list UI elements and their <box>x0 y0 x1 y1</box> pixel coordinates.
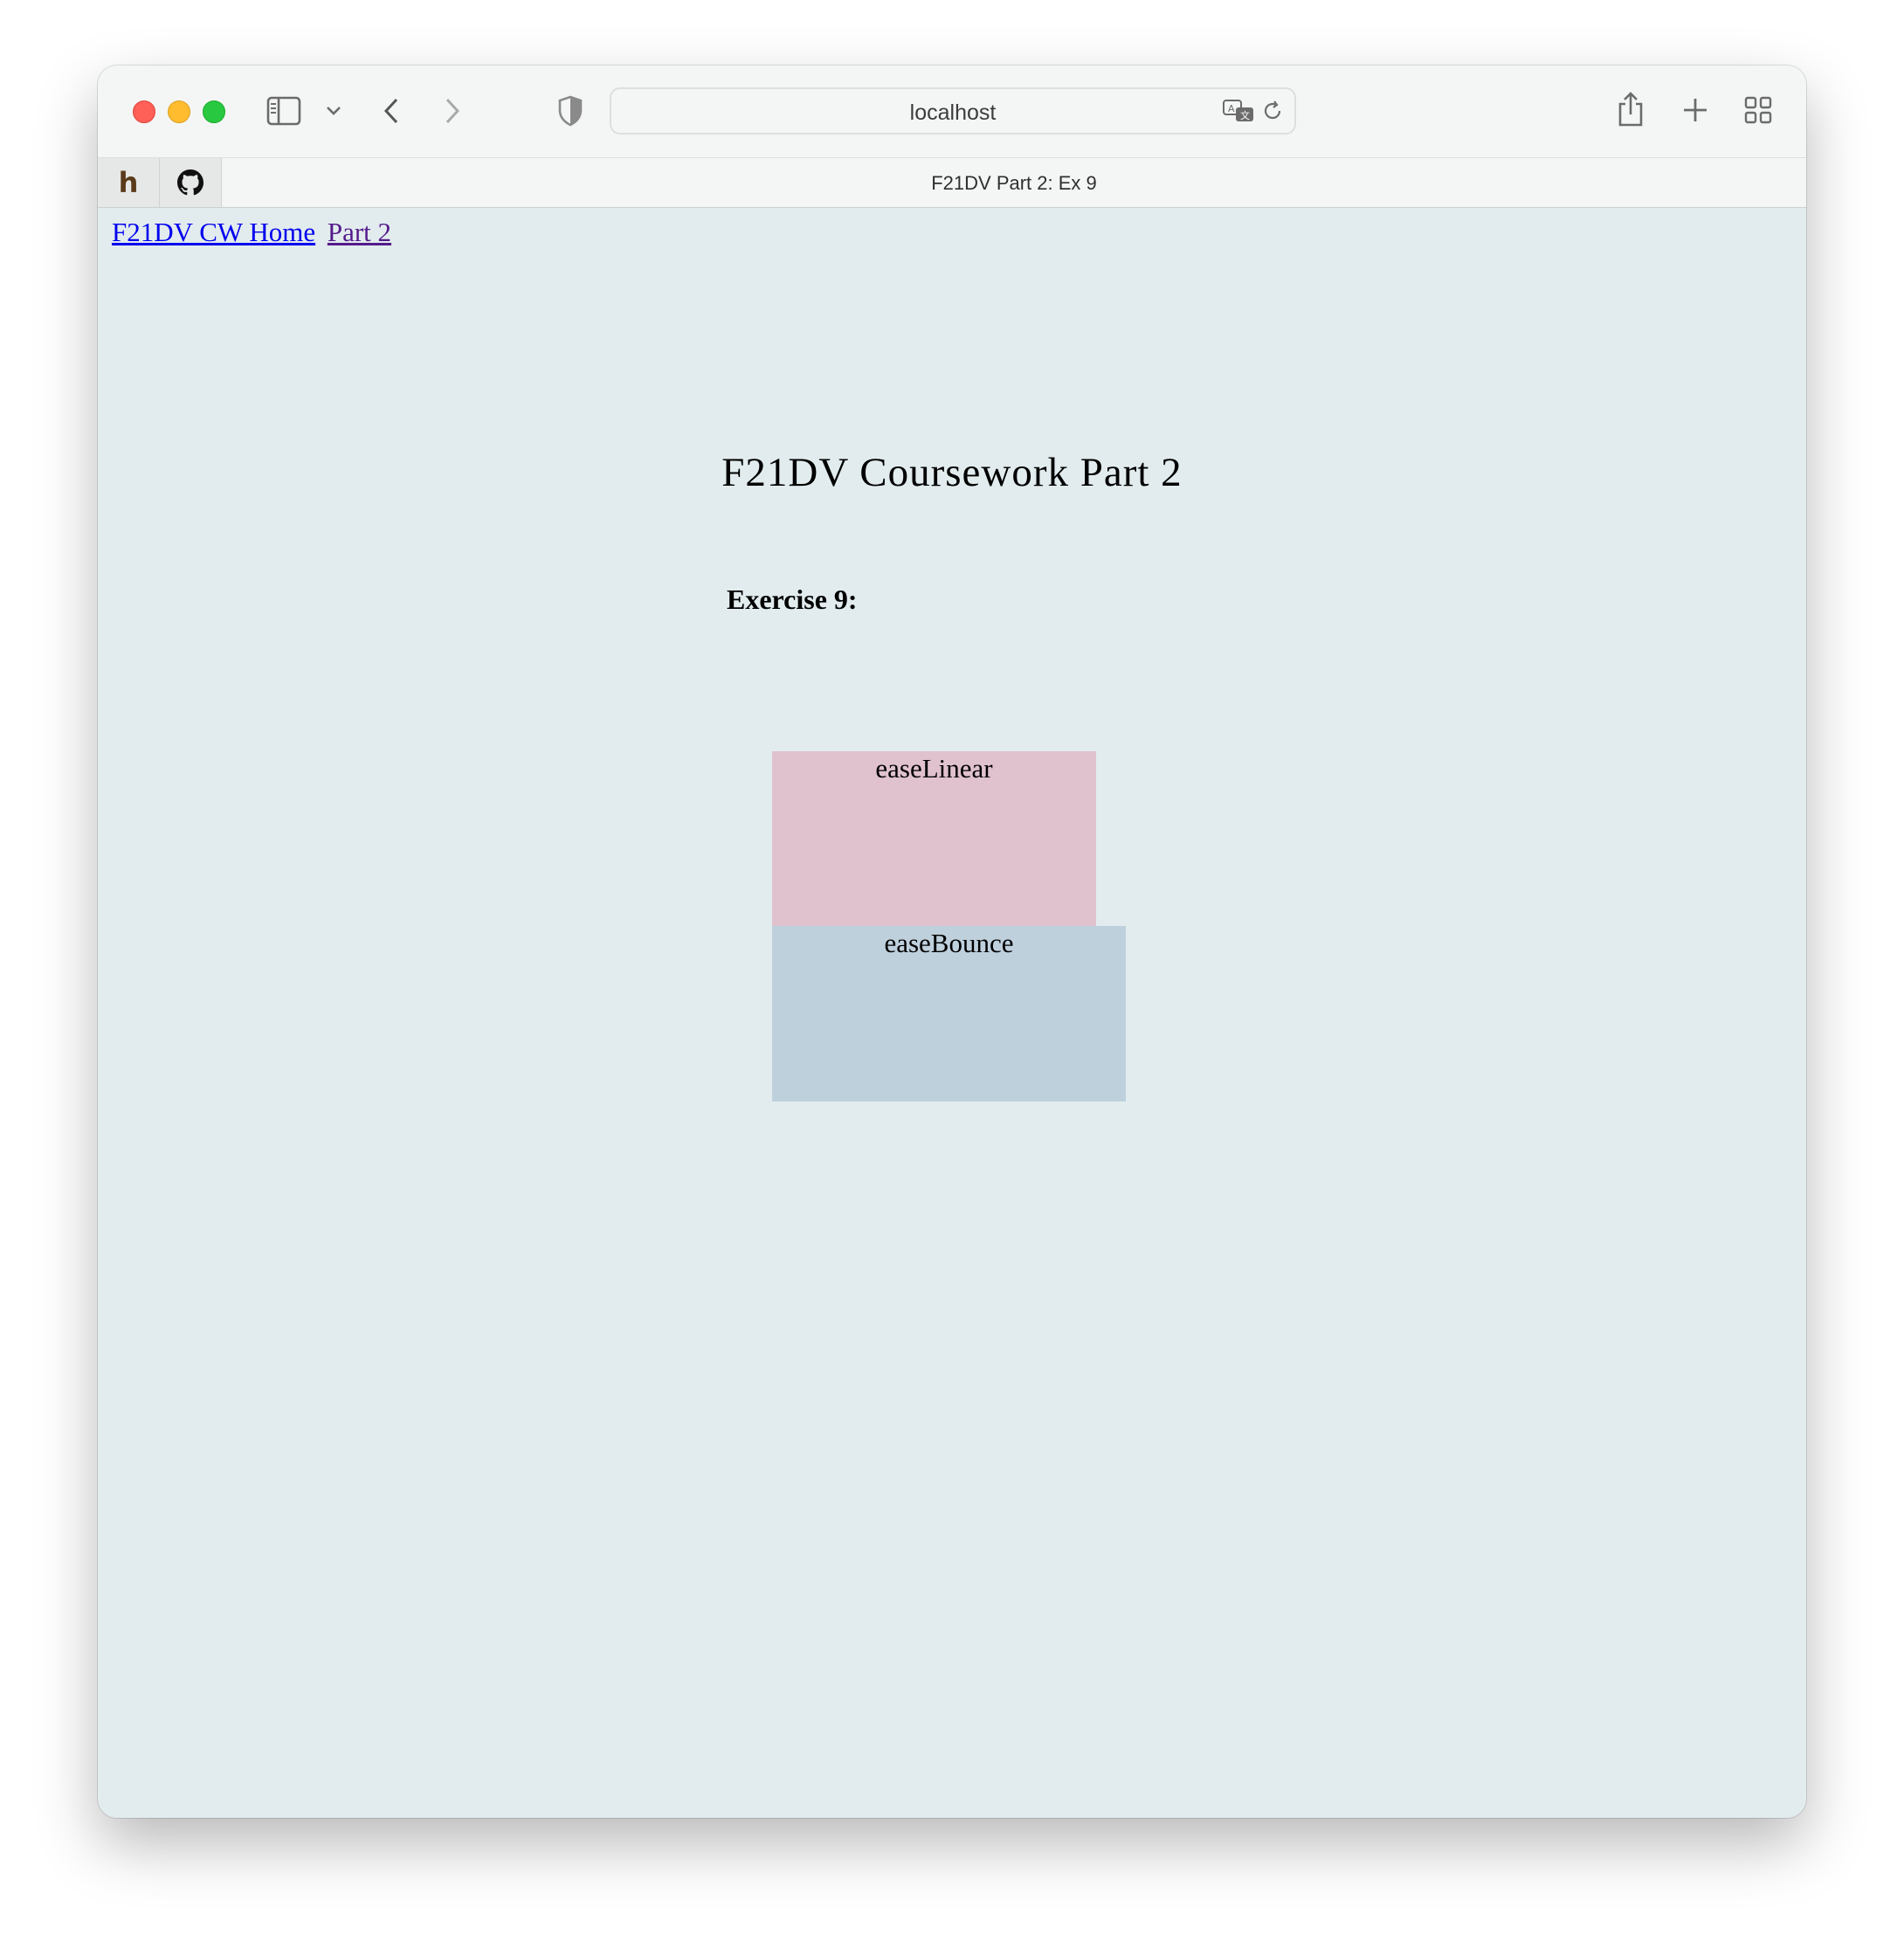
h-favicon-label: h <box>118 166 139 199</box>
zoom-window-button[interactable] <box>203 100 225 123</box>
plus-icon[interactable] <box>1680 95 1710 125</box>
sidebar-icon[interactable] <box>266 95 301 127</box>
chevron-left-icon[interactable] <box>379 95 404 127</box>
svg-text:A: A <box>1228 103 1235 114</box>
github-icon[interactable] <box>160 158 222 207</box>
exercise-heading: Exercise 9: <box>727 584 858 615</box>
svg-text:文: 文 <box>1240 109 1250 121</box>
minimize-window-button[interactable] <box>168 100 190 123</box>
address-bar[interactable]: localhost A 文 <box>610 87 1296 135</box>
grid-icon[interactable] <box>1743 95 1773 125</box>
page-title: F21DV Coursework Part 2 <box>721 450 1183 496</box>
browser-toolbar: localhost A 文 <box>98 66 1806 157</box>
share-icon[interactable] <box>1616 90 1645 128</box>
home-link[interactable]: F21DV CW Home <box>112 217 315 247</box>
tab-title[interactable]: F21DV Part 2: Ex 9 <box>222 172 1806 195</box>
shield-icon[interactable] <box>555 93 585 128</box>
url-text: localhost <box>909 100 997 125</box>
browser-window: localhost A 文 h F21DV Part 2: Ex 9 F21DV… <box>98 66 1806 1818</box>
page-content: F21DV CW Home Part 2 F21DV Coursework Pa… <box>98 208 1806 1818</box>
chevron-right-icon[interactable] <box>440 95 465 127</box>
tab-bar: h F21DV Part 2: Ex 9 <box>98 157 1806 209</box>
h-favicon[interactable]: h <box>98 158 160 207</box>
part2-link[interactable]: Part 2 <box>328 217 391 247</box>
breadcrumb: F21DV CW Home Part 2 <box>112 217 391 248</box>
translate-icon[interactable]: A 文 <box>1221 98 1256 124</box>
ease-bounce-box: easeBounce <box>772 926 1126 1102</box>
close-window-button[interactable] <box>133 100 155 123</box>
chevron-down-icon[interactable] <box>325 102 342 120</box>
reload-icon[interactable] <box>1261 100 1284 122</box>
ease-linear-box: easeLinear <box>772 751 1096 926</box>
